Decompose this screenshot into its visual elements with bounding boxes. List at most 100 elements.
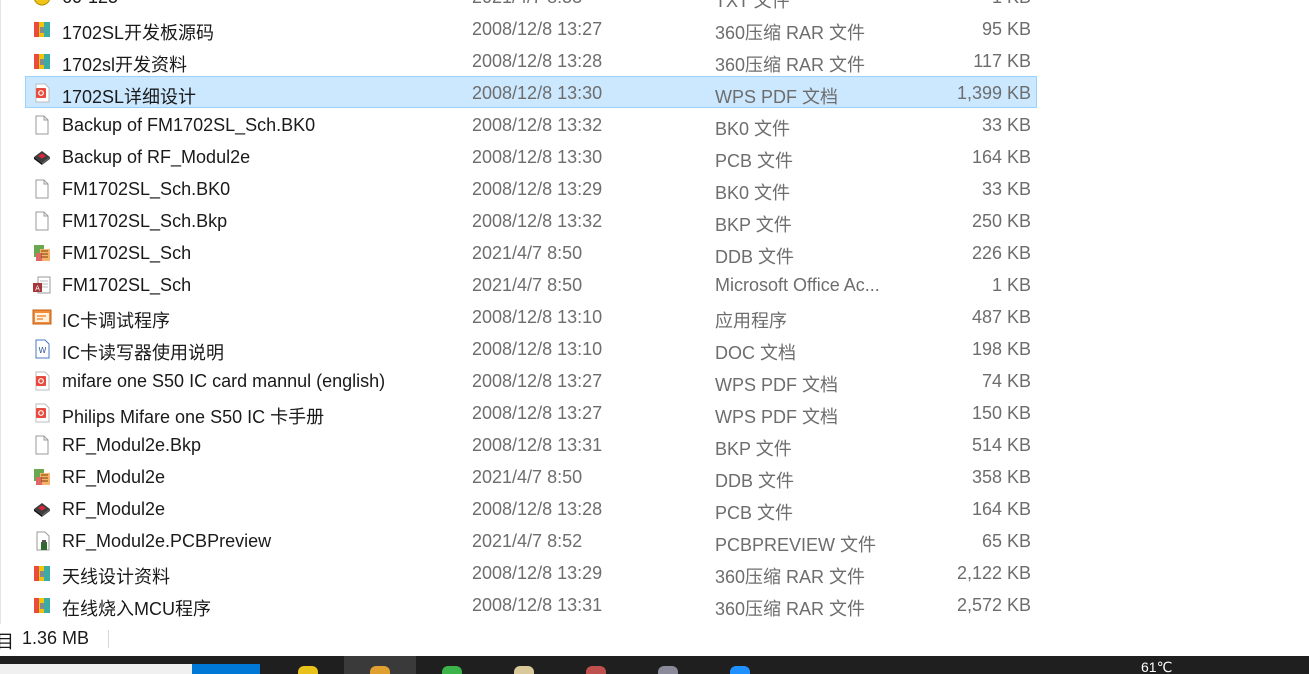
file-size: 164 KB <box>971 147 1031 167</box>
file-name: IC卡读写器使用说明 <box>62 343 224 363</box>
file-name: FM1702SL_Sch <box>62 275 192 295</box>
file-size: 117 KB <box>973 51 1031 71</box>
file-modified-date: 2008/12/8 13:27 <box>472 19 603 39</box>
file-size: 198 KB <box>971 339 1031 359</box>
taskbar-app[interactable] <box>704 656 776 674</box>
file-type: PCB 文件 <box>715 503 794 523</box>
file-modified-date: 2021/4/7 8:50 <box>472 243 583 263</box>
file-size: 487 KB <box>971 307 1031 327</box>
file-name: 1702SL开发板源码 <box>62 23 215 43</box>
file-size: 250 KB <box>971 211 1031 231</box>
file-row[interactable]: Backup of FM1702SL_Sch.BK0 2008/12/8 13:3… <box>25 108 1037 140</box>
file-modified-date: 2008/12/8 13:10 <box>472 339 603 359</box>
file-row[interactable]: 1702sl开发资料 2008/12/8 13:28 360压缩 RAR 文件 117… <box>25 44 1037 76</box>
file-name: RF_Modul2e <box>62 467 166 487</box>
pcb-file-icon <box>32 499 52 519</box>
file-row[interactable]: RF_Modul2e 2021/4/7 8:50 DDB 文件 358 KB <box>25 460 1037 492</box>
file-row[interactable]: FM1702SL_Sch 2021/4/7 8:50 DDB 文件 226 KB <box>25 236 1037 268</box>
taskbar-app[interactable] <box>416 656 488 674</box>
file-name: Philips Mifare one S50 IC 卡手册 <box>62 407 325 427</box>
file-row[interactable]: A FM1702SL_Sch 2021/4/7 8:50 Microsoft Offi… <box>25 268 1037 300</box>
file-name: RF_Modul2e.Bkp <box>62 435 202 455</box>
file-size: 2,572 KB <box>956 595 1031 615</box>
file-modified-date: 2021/4/7 8:53 <box>472 0 582 8</box>
file-name: 在线烧入MCU程序 <box>62 599 211 619</box>
file-type: 360压缩 RAR 文件 <box>715 599 866 619</box>
file-row[interactable]: RF_Modul2e 2008/12/8 13:28 PCB 文件 164 KB <box>25 492 1037 524</box>
file-type: 360压缩 RAR 文件 <box>715 23 866 43</box>
file-type: WPS PDF 文档 <box>715 407 839 427</box>
file-type: PCBPREVIEW 文件 <box>715 535 877 555</box>
file-size: 65 KB <box>981 531 1031 551</box>
rar-archive-icon <box>32 51 52 71</box>
file-name: 1702sl开发资料 <box>62 55 188 75</box>
app-icon-5 <box>586 666 606 674</box>
file-type: PCB 文件 <box>715 151 794 171</box>
svg-text:W: W <box>39 346 47 355</box>
file-type: 应用程序 <box>715 311 787 331</box>
pcb-file-icon <box>32 147 52 167</box>
file-size: 358 KB <box>971 467 1031 487</box>
taskbar-search-box[interactable] <box>0 664 192 674</box>
file-modified-date: 2008/12/8 13:28 <box>472 499 603 519</box>
file-type: 360压缩 RAR 文件 <box>715 567 866 587</box>
file-name: RF_Modul2e.PCBPreview <box>62 531 272 551</box>
taskbar-app[interactable] <box>560 656 632 674</box>
rar-archive-icon <box>32 563 52 583</box>
file-name: IC卡调试程序 <box>62 311 170 331</box>
file-name: 天线设计资料 <box>62 567 170 587</box>
file-name: Backup of FM1702SL_Sch.BK0 <box>62 115 316 135</box>
blank-file-icon <box>32 115 52 135</box>
status-item-count: 目 <box>0 632 14 652</box>
taskbar-app[interactable] <box>344 656 416 674</box>
file-row[interactable]: IC卡调试程序 2008/12/8 13:10 应用程序 487 KB <box>25 300 1037 332</box>
pdf-file-icon <box>32 403 52 423</box>
app-icon-1 <box>298 666 318 674</box>
file-name: RF_Modul2e <box>62 499 166 519</box>
file-row[interactable]: RF_Modul2e.PCBPreview 2021/4/7 8:52 PCBPRE… <box>25 524 1037 556</box>
file-row[interactable]: 60-1252021/4/7 8:53TXT 文件1 KB <box>25 0 1037 12</box>
file-type: DDB 文件 <box>715 247 795 267</box>
file-name: Backup of RF_Modul2e <box>62 147 251 167</box>
blank-file-icon <box>32 211 52 231</box>
file-row[interactable]: 在线烧入MCU程序 2008/12/8 13:31 360压缩 RAR 文件 2,57… <box>25 588 1037 620</box>
file-row[interactable]: 1702SL开发板源码 2008/12/8 13:27 360压缩 RAR 文件 95… <box>25 12 1037 44</box>
file-row[interactable]: Philips Mifare one S50 IC 卡手册 2008/12/8 1… <box>25 396 1037 428</box>
status-selected-size: 1.36 MB <box>22 628 90 648</box>
file-type: WPS PDF 文档 <box>715 375 839 395</box>
rar-archive-icon <box>32 595 52 615</box>
pdf-file-icon <box>32 83 52 103</box>
browser-icon <box>442 666 462 674</box>
file-row[interactable]: 天线设计资料 2008/12/8 13:29 360压缩 RAR 文件 2,122 K… <box>25 556 1037 588</box>
taskbar-app[interactable] <box>272 656 344 674</box>
file-row[interactable]: FM1702SL_Sch.BK0 2008/12/8 13:29 BK0 文件 33 … <box>25 172 1037 204</box>
file-row[interactable]: W IC卡读写器使用说明 2008/12/8 13:10 DOC 文档 198 KB <box>25 332 1037 364</box>
app-icon-6 <box>658 666 678 674</box>
file-row[interactable]: FM1702SL_Sch.Bkp 2008/12/8 13:32 BKP 文件 250… <box>25 204 1037 236</box>
file-modified-date: 2008/12/8 13:32 <box>472 211 603 231</box>
file-modified-date: 2008/12/8 13:10 <box>472 307 603 327</box>
svg-text:A: A <box>35 285 40 293</box>
weather-temperature[interactable]: 61℃ <box>1141 659 1172 674</box>
file-modified-date: 2008/12/8 13:31 <box>472 595 603 615</box>
file-size: 95 KB <box>981 19 1031 39</box>
ddb-file-icon <box>32 243 52 263</box>
taskbar-app[interactable] <box>632 656 704 674</box>
file-row[interactable]: mifare one S50 IC card mannul (english) 2… <box>25 364 1037 396</box>
taskbar-search-button[interactable] <box>192 664 260 674</box>
file-row[interactable]: RF_Modul2e.Bkp 2008/12/8 13:31 BKP 文件 514 K… <box>25 428 1037 460</box>
file-type: DOC 文档 <box>715 343 796 363</box>
application-icon <box>32 307 52 327</box>
app-icon-4 <box>514 666 534 674</box>
ddb-file-icon <box>32 467 52 487</box>
file-row[interactable]: Backup of RF_Modul2e 2008/12/8 13:30 PCB 文… <box>25 140 1037 172</box>
file-name: FM1702SL_Sch <box>62 243 192 263</box>
file-modified-date: 2008/12/8 13:30 <box>472 83 603 103</box>
file-modified-date: 2008/12/8 13:27 <box>472 371 603 391</box>
file-row[interactable]: 1702SL详细设计 2008/12/8 13:30 WPS PDF 文档 1,399… <box>25 76 1037 108</box>
taskbar-app[interactable] <box>488 656 560 674</box>
txt-file-icon <box>32 0 52 7</box>
file-type: BK0 文件 <box>715 183 791 203</box>
file-modified-date: 2008/12/8 13:29 <box>472 563 603 583</box>
pdf-file-icon <box>32 371 52 391</box>
